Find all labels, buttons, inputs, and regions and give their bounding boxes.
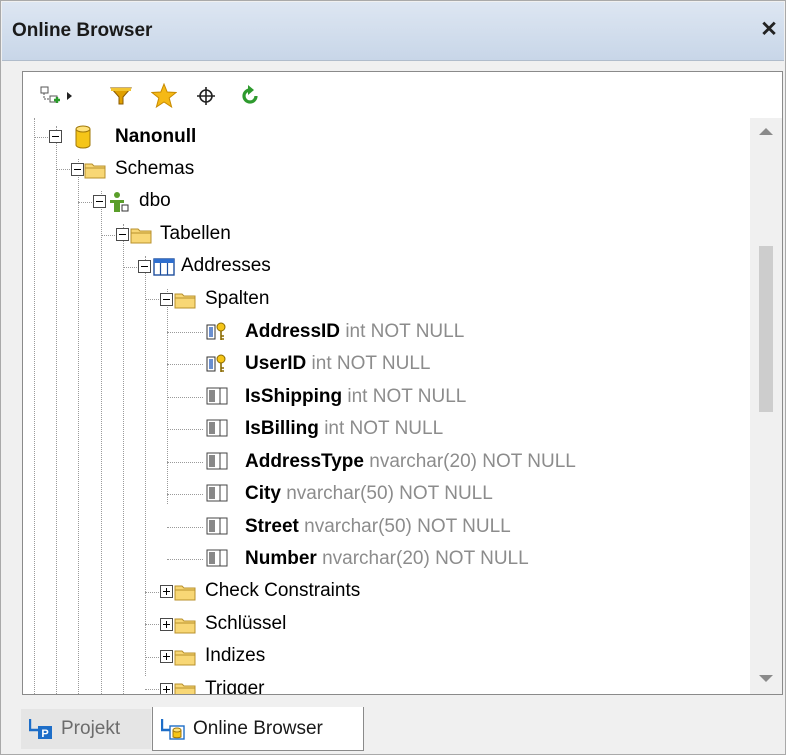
- column-type: int NOT NULL: [311, 353, 431, 374]
- column-icon: [206, 549, 228, 567]
- collapse-toggle[interactable]: [93, 195, 106, 208]
- database-icon: [75, 125, 91, 149]
- column-name: IsBilling: [245, 418, 319, 439]
- vertical-scrollbar[interactable]: [750, 118, 782, 694]
- scrollbar-thumb[interactable]: [759, 246, 773, 412]
- tree-node-label: Addresses: [181, 255, 271, 276]
- collapse-toggle[interactable]: [138, 260, 151, 273]
- locate-object-icon: [197, 87, 215, 105]
- online-browser-icon: [161, 718, 185, 740]
- column-type: int NOT NULL: [347, 386, 467, 407]
- object-tree: Nanonull Schemas dbo Tabellen Addresses …: [23, 118, 750, 694]
- add-datasource-icon: [40, 86, 60, 103]
- folder-icon: [174, 293, 196, 309]
- column-type: int NOT NULL: [345, 321, 465, 342]
- primary-key-column-icon: [206, 322, 226, 340]
- column-icon: [206, 484, 228, 502]
- refresh-button[interactable]: [235, 82, 265, 110]
- online-browser-window: Online Browser ✕ Nanonull Schemas dbo Ta…: [0, 0, 786, 755]
- toolbar: [23, 72, 782, 118]
- project-icon: P: [29, 719, 52, 740]
- tab-projekt[interactable]: P Projekt: [21, 709, 151, 749]
- tree-node-label: Spalten: [205, 288, 270, 309]
- tree-node-label: Check Constraints: [205, 580, 361, 601]
- tree-node-label: Nanonull: [115, 126, 197, 147]
- expand-toggle[interactable]: [160, 650, 173, 663]
- collapse-toggle[interactable]: [116, 228, 129, 241]
- tree-node-label: Indizes: [205, 645, 266, 666]
- column-name: AddressType: [245, 451, 364, 472]
- add-datasource-dropdown[interactable]: [61, 82, 77, 110]
- column-type: nvarchar(50) NOT NULL: [304, 516, 511, 537]
- column-type: nvarchar(20) NOT NULL: [322, 548, 529, 569]
- column-icon: [206, 387, 228, 405]
- column-type: int NOT NULL: [324, 418, 444, 439]
- column-icon: [206, 452, 228, 470]
- column-name: AddressID: [245, 321, 341, 342]
- expand-toggle[interactable]: [160, 683, 173, 694]
- collapse-toggle[interactable]: [49, 130, 62, 143]
- tree-node-label: Tabellen: [160, 223, 231, 244]
- column-name: City: [245, 483, 281, 504]
- filter-icon: [109, 87, 133, 105]
- window-title: Online Browser: [12, 20, 153, 41]
- schema-user-icon: [110, 192, 129, 212]
- column-type: nvarchar(50) NOT NULL: [286, 483, 493, 504]
- window-titlebar: Online Browser ✕: [2, 2, 784, 61]
- refresh-icon: [242, 85, 258, 104]
- folder-icon: [174, 650, 196, 666]
- folder-icon: [84, 163, 106, 179]
- collapse-toggle[interactable]: [160, 293, 173, 306]
- column-type: nvarchar(20) NOT NULL: [369, 451, 576, 472]
- column-icon: [206, 419, 228, 437]
- primary-key-column-icon: [206, 354, 226, 372]
- folder-icon: [130, 228, 152, 244]
- column-name: UserID: [245, 353, 307, 374]
- scroll-up-arrow-icon[interactable]: [758, 126, 774, 136]
- tree-node-label: Trigger: [205, 678, 265, 694]
- tree-node-label: dbo: [139, 190, 171, 211]
- close-button[interactable]: ✕: [758, 18, 780, 42]
- dropdown-arrow-icon: [67, 92, 72, 100]
- column-name: Number: [245, 548, 317, 569]
- column-name: Street: [245, 516, 299, 537]
- tree-node-label: Schlüssel: [205, 613, 287, 634]
- tree-node-label: Schemas: [115, 158, 195, 179]
- collapse-toggle[interactable]: [71, 163, 84, 176]
- table-icon: [153, 258, 175, 276]
- expand-toggle[interactable]: [160, 618, 173, 631]
- locate-object-button[interactable]: [191, 82, 221, 110]
- favorites-star-icon: [151, 83, 177, 109]
- folder-icon: [174, 618, 196, 634]
- tab-online-browser[interactable]: Online Browser: [152, 707, 364, 751]
- column-name: IsShipping: [245, 386, 343, 407]
- folder-icon: [174, 683, 196, 694]
- svg-text:P: P: [41, 728, 48, 740]
- column-icon: [206, 517, 228, 535]
- scroll-down-arrow-icon[interactable]: [758, 674, 774, 684]
- expand-toggle[interactable]: [160, 585, 173, 598]
- tab-label: Online Browser: [193, 717, 323, 739]
- browser-panel: Nanonull Schemas dbo Tabellen Addresses …: [22, 71, 783, 695]
- filter-button[interactable]: [106, 82, 136, 110]
- tab-label: Projekt: [61, 718, 121, 739]
- favorites-button[interactable]: [149, 82, 179, 110]
- folder-icon: [174, 585, 196, 601]
